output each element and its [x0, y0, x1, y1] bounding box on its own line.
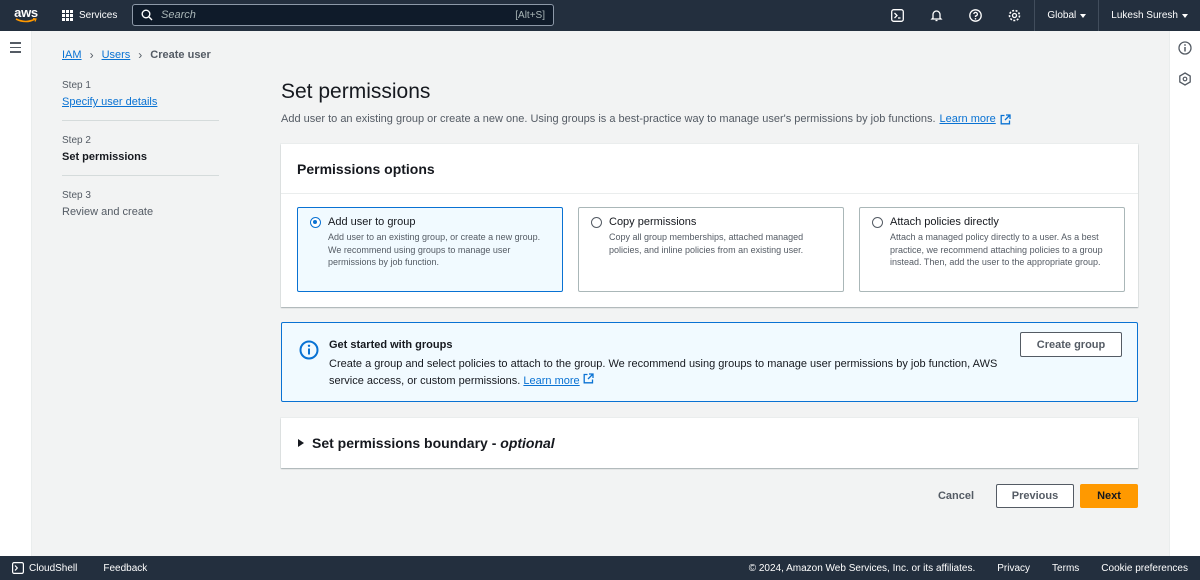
- option-description: Add user to an existing group, or create…: [328, 232, 541, 267]
- permissions-boundary-expander[interactable]: Set permissions boundary - optional: [281, 418, 1138, 468]
- wizard-step-1: Step 1 Specify user details: [62, 80, 219, 121]
- cloudshell-button[interactable]: CloudShell: [0, 562, 77, 574]
- left-rail: [0, 31, 32, 556]
- chevron-right-icon: ›: [89, 48, 94, 62]
- user-name-label: Lukesh Suresh: [1111, 10, 1178, 21]
- services-menu-button[interactable]: Services: [52, 0, 127, 31]
- step-link-specify-user-details[interactable]: Specify user details: [62, 96, 219, 108]
- wizard-step-2: Step 2 Set permissions: [62, 135, 219, 176]
- page-description-text: Add user to an existing group or create …: [281, 113, 936, 125]
- page-description: Add user to an existing group or create …: [281, 113, 1011, 125]
- search-icon: [141, 9, 153, 21]
- previous-button[interactable]: Previous: [996, 484, 1074, 508]
- step-label-review-and-create: Review and create: [62, 206, 154, 218]
- learn-more-link[interactable]: Learn more: [940, 113, 996, 125]
- external-link-icon: [1000, 113, 1011, 124]
- region-selector[interactable]: Global: [1034, 0, 1098, 31]
- search-bar[interactable]: [Alt+S]: [132, 4, 554, 26]
- option-copy-permissions[interactable]: Copy permissions Copy all group membersh…: [578, 207, 844, 292]
- info-title: Get started with groups: [329, 339, 453, 351]
- cloudshell-label: CloudShell: [29, 562, 78, 574]
- permissions-options-container: Permissions options Add user to group Ad…: [281, 144, 1138, 307]
- radio-button[interactable]: [591, 217, 602, 228]
- breadcrumb: IAM › Users › Create user: [62, 48, 211, 62]
- region-label: Global: [1047, 10, 1077, 21]
- services-grid-icon: [62, 10, 73, 21]
- boundary-optional-label: optional: [500, 435, 555, 451]
- terms-link[interactable]: Terms: [1052, 563, 1079, 574]
- radio-button[interactable]: [310, 217, 321, 228]
- gear-icon: [1009, 9, 1021, 22]
- aws-logo-text: aws: [14, 5, 38, 20]
- copyright-text: © 2024, Amazon Web Services, Inc. or its…: [748, 562, 976, 574]
- caret-right-icon: [298, 439, 304, 447]
- caret-down-icon: [1080, 13, 1087, 18]
- step-label-set-permissions: Set permissions: [62, 151, 147, 163]
- step-number: Step 1: [62, 80, 91, 91]
- option-description: Copy all group memberships, attached man…: [609, 232, 804, 255]
- menu-icon[interactable]: [10, 42, 21, 56]
- search-input[interactable]: [161, 9, 508, 21]
- radio-button[interactable]: [872, 217, 883, 228]
- info-learn-more-link[interactable]: Learn more: [523, 375, 579, 387]
- option-title: Attach policies directly: [890, 216, 999, 228]
- cookie-preferences-link[interactable]: Cookie preferences: [1101, 563, 1188, 574]
- services-label: Services: [79, 10, 118, 21]
- option-attach-policies-directly[interactable]: Attach policies directly Attach a manage…: [859, 207, 1125, 292]
- search-shortcut-hint: [Alt+S]: [515, 9, 545, 21]
- bell-icon: [930, 10, 943, 22]
- resources-hexagon-icon[interactable]: [1178, 72, 1192, 86]
- feedback-link[interactable]: Feedback: [103, 563, 147, 574]
- footer: CloudShell Feedback © 2024, Amazon Web S…: [0, 556, 1200, 580]
- terminal-icon: [891, 9, 905, 22]
- info-panel-icon[interactable]: [1178, 41, 1192, 55]
- help-icon: [969, 9, 983, 22]
- info-text-body: Create a group and select policies to at…: [329, 358, 998, 387]
- right-rail: [1169, 31, 1200, 556]
- aws-smile-icon: [15, 18, 37, 23]
- terminal-icon: [12, 562, 24, 574]
- top-navigation: aws Services [Alt+S]: [0, 0, 1200, 31]
- info-text: Create a group and select policies to at…: [329, 356, 999, 390]
- aws-logo[interactable]: aws: [0, 0, 52, 31]
- privacy-link[interactable]: Privacy: [997, 563, 1030, 574]
- chevron-right-icon: ›: [138, 48, 143, 62]
- permissions-options-header: Permissions options: [281, 144, 1138, 194]
- settings-button[interactable]: [995, 0, 1034, 31]
- breadcrumb-current: Create user: [150, 49, 211, 61]
- option-title: Add user to group: [328, 216, 416, 228]
- cloudshell-nav-button[interactable]: [878, 0, 917, 31]
- notifications-button[interactable]: [917, 0, 956, 31]
- next-button[interactable]: Next: [1080, 484, 1138, 508]
- get-started-with-groups-alert: Get started with groups Create a group a…: [281, 322, 1138, 402]
- info-icon: [299, 340, 319, 360]
- breadcrumb-link-users[interactable]: Users: [102, 49, 131, 61]
- caret-down-icon: [1182, 13, 1188, 18]
- step-number: Step 2: [62, 135, 91, 146]
- page-title: Set permissions: [281, 80, 431, 103]
- account-menu[interactable]: Lukesh Suresh: [1098, 0, 1200, 31]
- option-description: Attach a managed policy directly to a us…: [890, 232, 1103, 267]
- wizard-step-3: Step 3 Review and create: [62, 190, 219, 230]
- help-button[interactable]: [956, 0, 995, 31]
- step-number: Step 3: [62, 190, 91, 201]
- external-link-icon: [583, 373, 594, 384]
- wizard-steps: Step 1 Specify user details Step 2 Set p…: [62, 80, 219, 244]
- create-group-button[interactable]: Create group: [1020, 332, 1122, 357]
- boundary-title: Set permissions boundary -: [312, 435, 501, 451]
- option-title: Copy permissions: [609, 216, 697, 228]
- breadcrumb-link-iam[interactable]: IAM: [62, 49, 82, 61]
- option-add-user-to-group[interactable]: Add user to group Add user to an existin…: [297, 207, 563, 292]
- cancel-button[interactable]: Cancel: [930, 484, 982, 508]
